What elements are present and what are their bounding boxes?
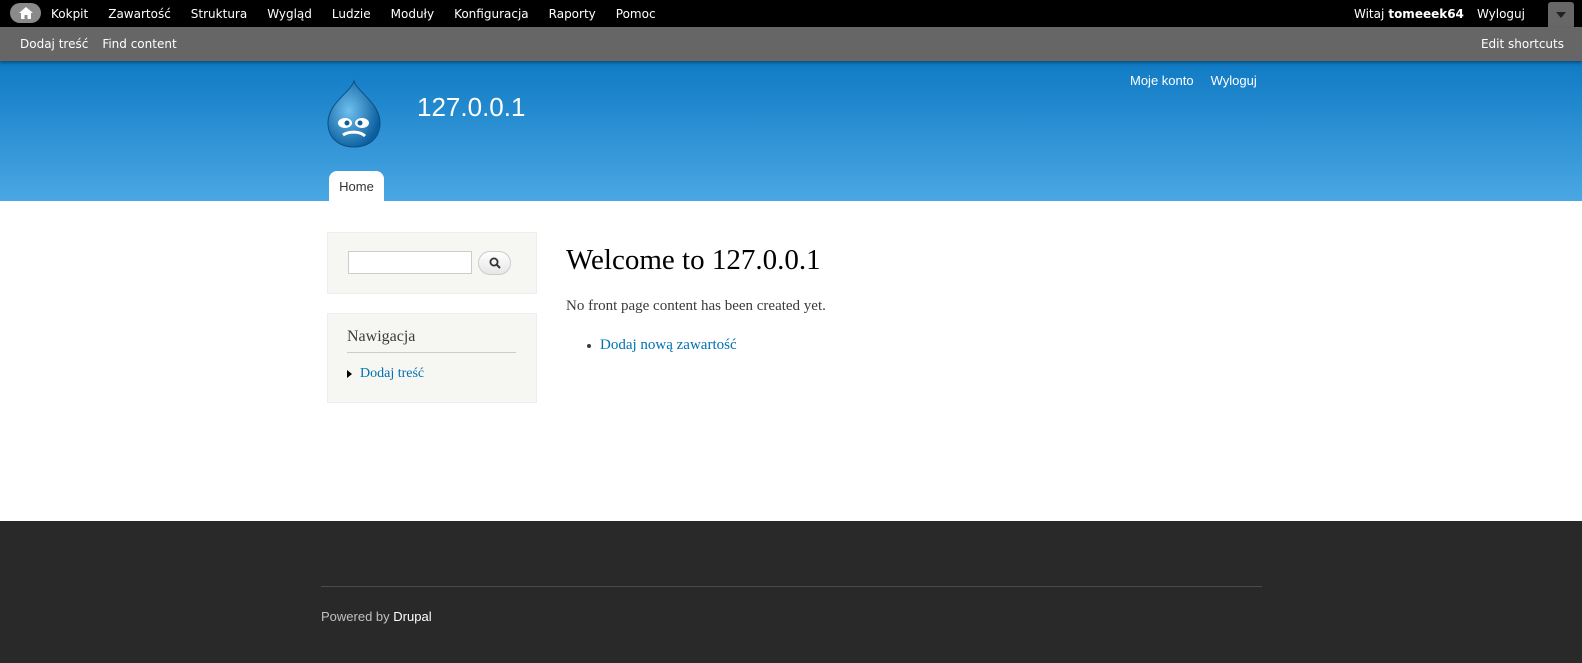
drupal-link[interactable]: Drupal xyxy=(393,609,431,624)
chevron-down-icon xyxy=(1556,11,1566,18)
search-icon xyxy=(489,257,501,269)
toolbar-item-pomoc[interactable]: Pomoc xyxy=(616,7,656,21)
username[interactable]: tomeeek64 xyxy=(1388,7,1464,21)
page-message: No front page content has been created y… xyxy=(566,298,826,314)
toolbar-item-raporty[interactable]: Raporty xyxy=(549,7,596,21)
navigation-block: Nawigacja Dodaj treść xyxy=(327,313,537,403)
toolbar-item-ludzie[interactable]: Ludzie xyxy=(332,7,371,21)
shortcuts-toggle-button[interactable] xyxy=(1548,2,1574,27)
nav-item-add-content[interactable]: Dodaj treść xyxy=(347,366,424,382)
my-account-link[interactable]: Moje konto xyxy=(1130,73,1194,88)
toolbar-logout-link[interactable]: Wyloguj xyxy=(1477,0,1525,27)
site-header: 127.0.0.1 Moje konto Wyloguj Home xyxy=(0,61,1582,201)
secondary-menu: Moje konto Wyloguj xyxy=(1130,73,1274,88)
toolbar-item-kokpit[interactable]: Kokpit xyxy=(51,7,88,21)
site-footer: Powered by Drupal xyxy=(0,521,1582,663)
header-logout-link[interactable]: Wyloguj xyxy=(1211,73,1257,88)
toolbar-item-konfiguracja[interactable]: Konfiguracja xyxy=(454,7,529,21)
nav-item-label[interactable]: Dodaj treść xyxy=(360,366,424,382)
footer-divider xyxy=(321,586,1262,587)
search-block xyxy=(327,232,537,294)
drupal-drop-icon xyxy=(327,79,381,148)
search-button[interactable] xyxy=(478,251,511,275)
shortcut-find-content[interactable]: Find content xyxy=(102,37,176,51)
tab-home[interactable]: Home xyxy=(329,171,384,201)
page-title: Welcome to 127.0.0.1 xyxy=(566,244,821,276)
toolbar-item-zawartosc[interactable]: Zawartość xyxy=(108,7,171,21)
shortcuts-bar: Dodaj treść Find content Edit shortcuts xyxy=(0,27,1582,61)
powered-by-text: Powered by xyxy=(321,609,390,624)
bullet-icon xyxy=(587,343,591,348)
search-input[interactable] xyxy=(348,251,472,274)
add-new-content-link[interactable]: Dodaj nową zawartość xyxy=(600,337,737,354)
list-item: Dodaj nową zawartość xyxy=(587,337,737,354)
shortcut-add-content[interactable]: Dodaj treść xyxy=(20,37,88,51)
edit-shortcuts-link[interactable]: Edit shortcuts xyxy=(1481,27,1564,61)
shortcut-links: Dodaj treść Find content xyxy=(20,27,191,61)
toolbar-item-wyglad[interactable]: Wygląd xyxy=(267,7,312,21)
toolbar-item-struktura[interactable]: Struktura xyxy=(191,7,247,21)
welcome-text: Witaj xyxy=(1354,6,1385,21)
powered-by: Powered by Drupal xyxy=(321,609,432,624)
toolbar-item-moduly[interactable]: Moduły xyxy=(391,7,434,21)
navigation-title: Nawigacja xyxy=(347,328,516,353)
toolbar-menu: Kokpit Zawartość Struktura Wygląd Ludzie… xyxy=(51,0,676,27)
home-button[interactable] xyxy=(10,3,41,23)
home-icon xyxy=(18,7,33,19)
user-greeting: Witaj tomeeek64 xyxy=(1354,0,1464,27)
site-name[interactable]: 127.0.0.1 xyxy=(417,92,525,123)
triangle-right-icon xyxy=(347,370,352,378)
admin-toolbar: Kokpit Zawartość Struktura Wygląd Ludzie… xyxy=(0,0,1582,27)
drupal-logo[interactable] xyxy=(324,79,384,149)
